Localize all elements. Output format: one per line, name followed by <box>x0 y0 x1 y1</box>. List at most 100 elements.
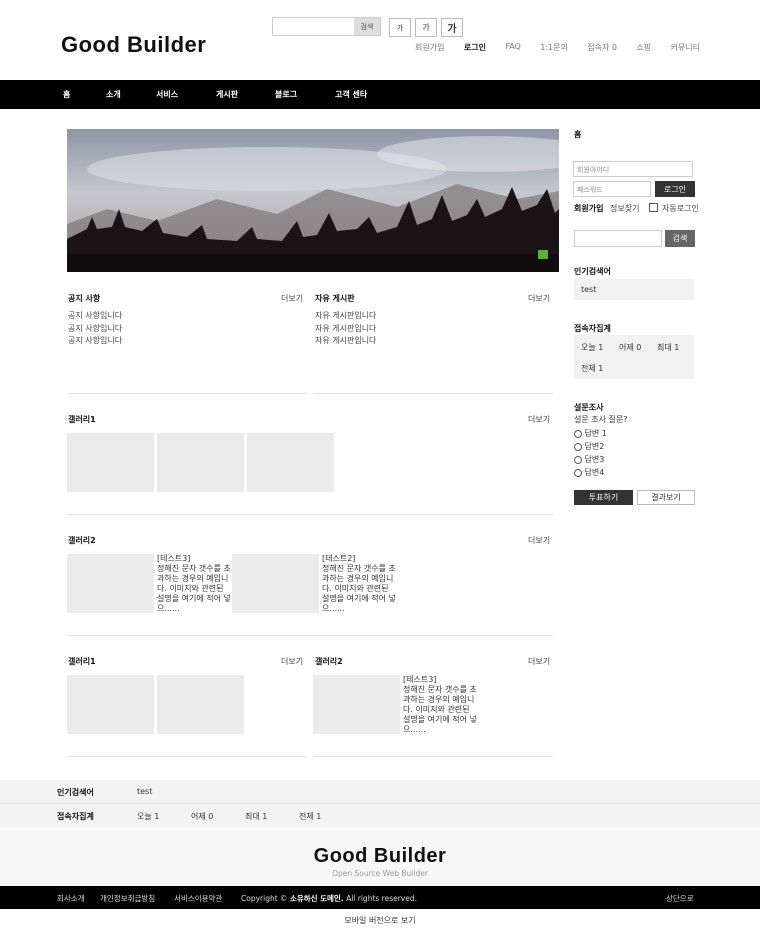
header-search-input[interactable] <box>273 18 355 35</box>
popular-keyword[interactable]: test <box>581 285 596 294</box>
bottom-gallery2-title[interactable]: 갤러리2 <box>315 656 343 667</box>
visitors-today: 오늘 1 <box>581 343 604 352</box>
copyright-suffix: All rights reserved. <box>346 894 418 903</box>
list-item[interactable]: 공지 사항입니다 <box>68 310 122 323</box>
poll-title: 설문조사 <box>574 403 604 412</box>
copyright-name: 소유하신 도메인. <box>289 894 344 903</box>
caption-text: 정해진 문자 갯수를 초과하는 경우의 예입니다. 이미지와 관련된 설명을 여… <box>157 564 231 613</box>
poll-option-label: 답변2 <box>584 442 605 451</box>
popular-title: 인기검색어 <box>574 267 611 276</box>
radio-icon[interactable] <box>574 442 582 451</box>
divider <box>313 756 553 757</box>
gallery2-title[interactable]: 갤러리2 <box>68 535 96 546</box>
nav-home[interactable]: 홈 <box>63 89 70 100</box>
font-medium-button[interactable]: 가 <box>415 18 437 37</box>
header-search-button[interactable]: 검색 <box>354 18 380 35</box>
login-link[interactable]: 로그인 <box>464 42 486 53</box>
divider <box>67 514 553 515</box>
faq-link[interactable]: FAQ <box>505 42 521 53</box>
gallery-caption[interactable]: [테스트3] 정해진 문자 갯수를 초과하는 경우의 예입니다. 이미지와 관련… <box>157 554 232 614</box>
mobile-version-link[interactable]: 모바일 버전으로 보기 <box>0 915 760 926</box>
list-item[interactable]: 공지 사항입니다 <box>68 323 122 336</box>
gallery-thumbnail[interactable] <box>247 433 334 492</box>
list-item[interactable]: 자유 게시판입니다 <box>315 323 376 336</box>
visitors-yesterday: 어제 0 <box>619 343 642 352</box>
gallery-caption[interactable]: [테스트3] 정해진 문자 갯수를 초과하는 경우의 예입니다. 이미지와 관련… <box>403 675 478 735</box>
bottom-gallery2-more-link[interactable]: 더보기 <box>528 656 550 667</box>
main-nav: 홈 소개 서비스 게시판 블로그 고객 센타 <box>0 80 760 109</box>
sidebar-search-button[interactable]: 검색 <box>665 230 695 247</box>
caption-text: 정해진 문자 갯수를 초과하는 경우의 예입니다. 이미지와 관련된 설명을 여… <box>322 564 396 613</box>
list-item[interactable]: 자유 게시판입니다 <box>315 310 376 323</box>
radio-icon[interactable] <box>574 429 582 438</box>
gallery-thumbnail[interactable] <box>232 554 319 613</box>
radio-icon[interactable] <box>574 455 582 464</box>
footer-visitors-max: 최대 1 <box>245 812 268 821</box>
notice-list: 공지 사항입니다 공지 사항입니다 공지 사항입니다 <box>68 310 122 348</box>
footer-visitors-label: 접속자집계 <box>57 812 94 821</box>
footer-privacy-link[interactable]: 개인정보취급방침 <box>100 893 155 904</box>
footer-logo: Good Builder <box>313 845 447 867</box>
inquiry-link[interactable]: 1:1문의 <box>540 42 568 53</box>
bottom-gallery1-more-link[interactable]: 더보기 <box>281 656 303 667</box>
notice-more-link[interactable]: 더보기 <box>281 293 303 304</box>
sidebar-home-title[interactable]: 홈 <box>574 129 581 140</box>
poll-option[interactable]: 답변3 <box>574 454 604 465</box>
notice-title[interactable]: 공지 사항 <box>68 293 100 304</box>
login-button[interactable]: 로그인 <box>655 181 695 197</box>
member-id-input[interactable]: 회원아이디 <box>573 161 693 177</box>
gallery-thumbnail[interactable] <box>313 675 400 734</box>
poll-option[interactable]: 답변 1 <box>574 428 607 439</box>
footer-subtitle: Open Source Web Builder <box>332 869 428 878</box>
board-title[interactable]: 자유 게시판 <box>315 293 355 304</box>
shop-link[interactable]: 쇼핑 <box>636 42 651 53</box>
back-to-top-link[interactable]: 상단으로 <box>666 893 694 904</box>
auto-login-checkbox[interactable] <box>649 203 658 212</box>
font-small-button[interactable]: 가 <box>389 18 411 37</box>
visitors-box: 오늘 1 어제 0 최대 1 전체 1 <box>574 335 694 379</box>
gallery-thumbnail[interactable] <box>157 433 244 492</box>
nav-about[interactable]: 소개 <box>106 89 121 100</box>
gallery-thumbnail[interactable] <box>157 675 244 734</box>
footer-terms-link[interactable]: 서비스이용약관 <box>174 893 222 904</box>
footer-company-link[interactable]: 회사소개 <box>57 893 85 904</box>
vote-button[interactable]: 투표하기 <box>574 490 633 505</box>
bottom-gallery1-title[interactable]: 갤러리1 <box>68 656 96 667</box>
gallery-caption[interactable]: [테스트2] 정해진 문자 갯수를 초과하는 경우의 예입니다. 이미지와 관련… <box>322 554 397 614</box>
poll-option-label: 답변3 <box>584 455 605 464</box>
nav-service[interactable]: 서비스 <box>156 89 178 100</box>
list-item[interactable]: 자유 게시판입니다 <box>315 335 376 348</box>
gallery2-more-link[interactable]: 더보기 <box>528 535 550 546</box>
footer-popular-label: 인기검색어 <box>57 788 94 797</box>
font-large-button[interactable]: 가 <box>441 18 463 37</box>
poll-option[interactable]: 답변4 <box>574 467 604 478</box>
find-info-link[interactable]: 정보찾기 <box>610 203 639 214</box>
join-link[interactable]: 회원가입 <box>574 203 603 214</box>
join-link[interactable]: 회원가입 <box>415 42 444 53</box>
gallery-thumbnail[interactable] <box>67 675 154 734</box>
visitor-count-link[interactable]: 접속자 0 <box>587 42 617 53</box>
site-logo[interactable]: Good Builder <box>61 32 206 58</box>
nav-board[interactable]: 게시판 <box>216 89 238 100</box>
footer-bar: 회사소개 개인정보취급방침 서비스이용약관 Copyright © 소유하신 도… <box>0 886 760 909</box>
caption-text: 정해진 문자 갯수를 초과하는 경우의 예입니다. 이미지와 관련된 설명을 여… <box>403 685 477 734</box>
poll-option[interactable]: 답변2 <box>574 441 604 452</box>
poll-result-button[interactable]: 결과보기 <box>637 490 695 505</box>
password-input[interactable]: 패스워드 <box>573 181 651 197</box>
nav-blog[interactable]: 블로그 <box>275 89 297 100</box>
gallery-thumbnail[interactable] <box>67 554 154 613</box>
list-item[interactable]: 공지 사항입니다 <box>68 335 122 348</box>
divider <box>67 393 307 394</box>
gallery1-title[interactable]: 갤러리1 <box>68 414 96 425</box>
footer-popular-keyword[interactable]: test <box>137 787 152 796</box>
footer-visitors-total: 전체 1 <box>299 812 322 821</box>
gallery-thumbnail[interactable] <box>67 433 154 492</box>
nav-support[interactable]: 고객 센타 <box>335 89 367 100</box>
radio-icon[interactable] <box>574 468 582 477</box>
top-links: 회원가입 로그인 FAQ 1:1문의 접속자 0 쇼핑 커뮤니티 <box>415 42 700 53</box>
gallery1-more-link[interactable]: 더보기 <box>528 414 550 425</box>
sidebar-search-input[interactable] <box>574 230 662 247</box>
community-link[interactable]: 커뮤니티 <box>671 42 700 53</box>
caption-title: [테스트2] <box>322 554 356 563</box>
board-more-link[interactable]: 더보기 <box>528 293 550 304</box>
